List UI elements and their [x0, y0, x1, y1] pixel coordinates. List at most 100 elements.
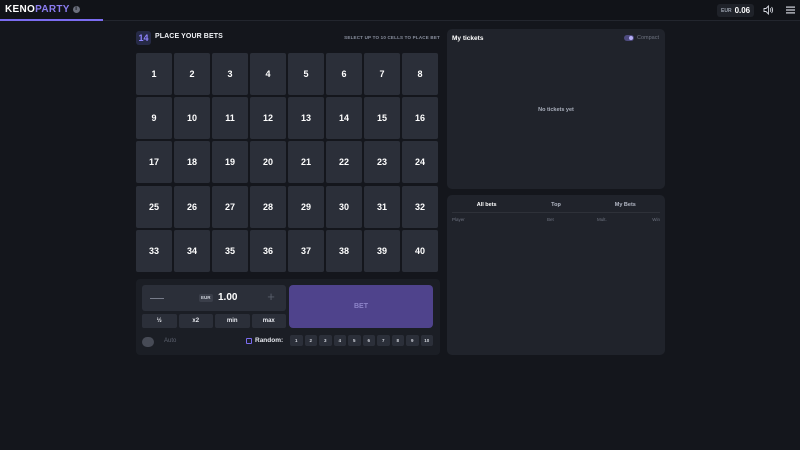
- double-button[interactable]: x2: [178, 314, 213, 328]
- random-count-buttons: 1 2 3 4 5 6 7 8 9 10: [290, 335, 433, 346]
- keno-cell[interactable]: 23: [364, 141, 400, 184]
- logo-party: PARTY: [35, 4, 70, 15]
- bet-count-badge: 14: [136, 31, 151, 45]
- keno-cell[interactable]: 39: [364, 229, 400, 272]
- random-count-button[interactable]: 1: [290, 335, 303, 346]
- bet-amount-input[interactable]: 1.00: [218, 292, 237, 303]
- compact-switch[interactable]: Compact: [623, 35, 659, 41]
- half-button[interactable]: ½: [142, 314, 177, 328]
- keno-cell[interactable]: 27: [212, 185, 248, 228]
- random-label: Random:: [255, 337, 284, 344]
- keno-cell[interactable]: 20: [250, 141, 286, 184]
- keno-cell[interactable]: 7: [364, 53, 400, 95]
- board-hint: SELECT UP TO 10 CELLS TO PLACE BET: [344, 35, 440, 40]
- logo-underline: [0, 19, 103, 21]
- keno-cell[interactable]: 34: [174, 229, 210, 272]
- increase-button[interactable]: +: [264, 290, 278, 304]
- col-mult: Mult.: [597, 217, 607, 222]
- decrease-button[interactable]: —: [150, 290, 164, 304]
- max-button[interactable]: max: [251, 314, 286, 328]
- keno-cell[interactable]: 36: [250, 229, 286, 272]
- random-count-button[interactable]: 10: [420, 335, 433, 346]
- board-header: 14 PLACE YOUR BETS SELECT UP TO 10 CELLS…: [136, 31, 440, 45]
- compact-toggle[interactable]: [623, 35, 634, 41]
- tab-top[interactable]: Top: [521, 199, 590, 213]
- keno-cell[interactable]: 29: [288, 185, 324, 228]
- random-count-button[interactable]: 3: [319, 335, 332, 346]
- random-count-button[interactable]: 4: [333, 335, 346, 346]
- amount-currency: EUR: [199, 294, 213, 302]
- keno-cell[interactable]: 1: [136, 53, 172, 95]
- keno-cell[interactable]: 33: [136, 229, 172, 272]
- balance-currency: EUR: [721, 7, 732, 14]
- random-count-button[interactable]: 7: [377, 335, 390, 346]
- keno-cell[interactable]: 31: [364, 185, 400, 228]
- keno-cell[interactable]: 17: [136, 141, 172, 184]
- quick-amount-buttons: ½ x2 min max: [142, 314, 286, 328]
- tab-my-bets[interactable]: My Bets: [591, 199, 660, 213]
- keno-cell[interactable]: 10: [174, 97, 210, 140]
- balance-amount: 0.06: [734, 6, 751, 15]
- keno-cell[interactable]: 35: [212, 229, 248, 272]
- logo-keno: KENO: [5, 4, 36, 15]
- col-win: Win: [652, 217, 660, 222]
- my-tickets-panel: My tickets Compact No tickets yet: [447, 29, 665, 189]
- keno-cell[interactable]: 24: [402, 141, 438, 184]
- col-player: Player: [452, 217, 465, 222]
- bet-button[interactable]: BET: [289, 285, 433, 328]
- top-bar: KENO PARTY i EUR 0.06: [0, 0, 800, 21]
- auto-toggle[interactable]: [142, 337, 154, 347]
- menu-icon[interactable]: [786, 6, 795, 14]
- keno-cell[interactable]: 8: [402, 53, 438, 95]
- keno-cell[interactable]: 15: [364, 97, 400, 140]
- keno-cell[interactable]: 37: [288, 229, 324, 272]
- keno-cell[interactable]: 25: [136, 185, 172, 228]
- bets-panel: All bets Top My Bets Player Bet Mult. Wi…: [447, 195, 665, 355]
- keno-cell[interactable]: 22: [326, 141, 362, 184]
- random-count-button[interactable]: 8: [391, 335, 404, 346]
- logo: KENO PARTY i: [5, 4, 80, 15]
- balance-display: EUR 0.06: [717, 4, 755, 17]
- keno-cell[interactable]: 30: [326, 185, 362, 228]
- empty-tickets-message: No tickets yet: [538, 107, 574, 113]
- keno-cell[interactable]: 19: [212, 141, 248, 184]
- bet-controls: — EUR 1.00 + ½ x2 min max BET Auto Rando…: [136, 279, 440, 355]
- keno-cell[interactable]: 16: [402, 97, 438, 140]
- keno-cell[interactable]: 5: [288, 53, 324, 95]
- random-checkbox[interactable]: [246, 338, 252, 344]
- keno-cell[interactable]: 32: [402, 185, 438, 228]
- keno-cell[interactable]: 6: [326, 53, 362, 95]
- compact-label: Compact: [636, 35, 659, 41]
- random-count-button[interactable]: 2: [304, 335, 317, 346]
- keno-cell[interactable]: 14: [326, 97, 362, 140]
- board-title: PLACE YOUR BETS: [155, 33, 223, 40]
- col-bet: Bet: [547, 217, 554, 222]
- tickets-title: My tickets: [452, 35, 484, 42]
- min-button[interactable]: min: [215, 314, 250, 328]
- keno-cell[interactable]: 21: [288, 141, 324, 184]
- keno-cell[interactable]: 3: [212, 53, 248, 95]
- keno-cell[interactable]: 12: [250, 97, 286, 140]
- info-icon[interactable]: i: [72, 6, 80, 13]
- sound-icon[interactable]: [763, 5, 774, 15]
- random-count-button[interactable]: 6: [362, 335, 375, 346]
- bets-table-header: Player Bet Mult. Win: [452, 217, 660, 225]
- keno-cell[interactable]: 38: [326, 229, 362, 272]
- keno-cell[interactable]: 2: [174, 53, 210, 95]
- keno-cell[interactable]: 9: [136, 97, 172, 140]
- auto-label: Auto: [164, 338, 177, 344]
- keno-cell[interactable]: 18: [174, 141, 210, 184]
- keno-cell[interactable]: 4: [250, 53, 286, 95]
- random-count-button[interactable]: 9: [406, 335, 419, 346]
- keno-cell[interactable]: 26: [174, 185, 210, 228]
- bet-amount-stepper: — EUR 1.00 +: [142, 285, 286, 311]
- keno-cell[interactable]: 40: [402, 229, 438, 272]
- keno-cell[interactable]: 28: [250, 185, 286, 228]
- keno-cell[interactable]: 11: [212, 97, 248, 140]
- random-count-button[interactable]: 5: [348, 335, 361, 346]
- tabs-divider: [452, 212, 660, 213]
- keno-cell[interactable]: 13: [288, 97, 324, 140]
- tab-all-bets[interactable]: All bets: [452, 199, 522, 213]
- keno-board: 1 2 3 4 5 6 7 8 9 10 11 12 13 14 15 16 17 18 19 20 21 22 23 24 2…: [136, 53, 440, 272]
- bets-tabs: All bets Top My Bets: [452, 199, 660, 213]
